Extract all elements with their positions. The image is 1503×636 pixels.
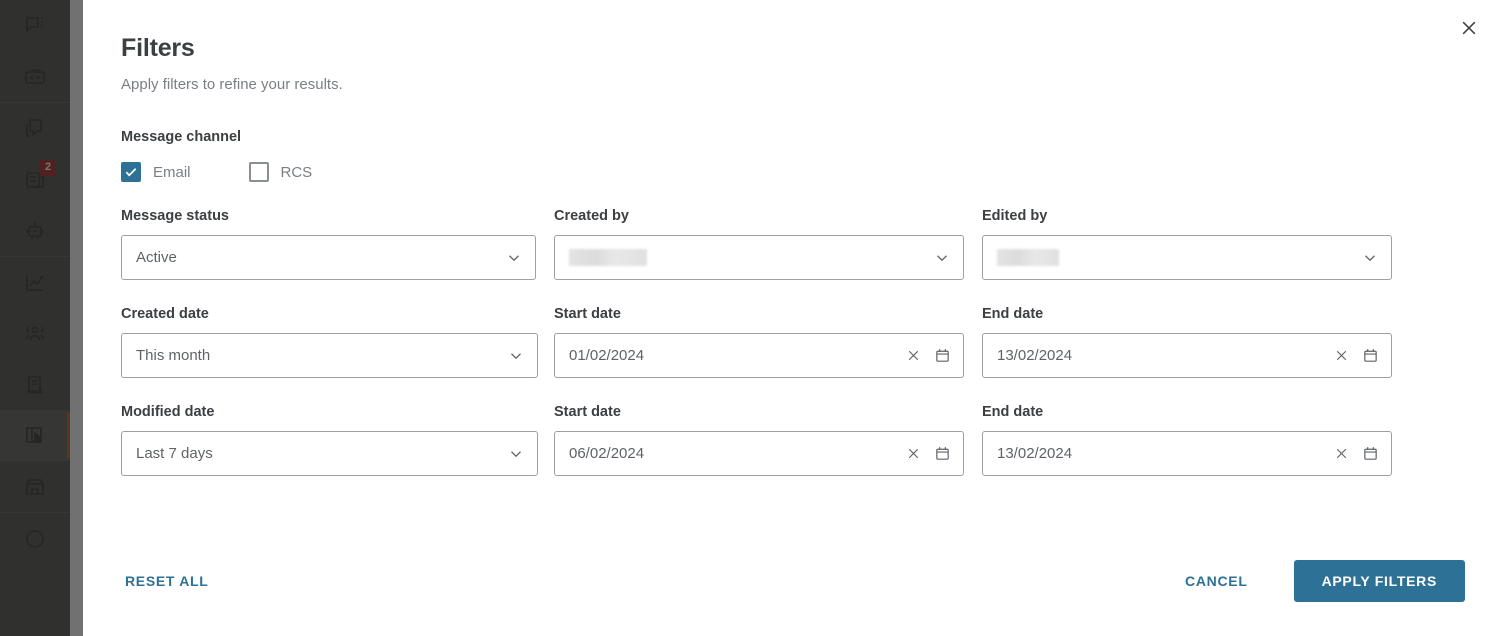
close-icon[interactable] bbox=[1333, 347, 1350, 364]
calendar-icon[interactable] bbox=[1362, 347, 1379, 364]
field-created-by: Created by bbox=[554, 208, 964, 280]
filter-row-2: Created date This month Start date 01/02… bbox=[121, 306, 1465, 378]
field-label-created-start-date: Start date bbox=[554, 306, 964, 322]
input-modified-end-date-value: 13/02/2024 bbox=[997, 445, 1333, 462]
page-title: Filters bbox=[121, 34, 1465, 63]
calendar-icon[interactable] bbox=[1362, 445, 1379, 462]
field-modified-end-date: End date 13/02/2024 bbox=[982, 404, 1392, 476]
select-edited-by[interactable] bbox=[982, 235, 1392, 280]
select-message-status[interactable]: Active bbox=[121, 235, 536, 280]
select-message-status-icons bbox=[505, 249, 523, 267]
select-edited-by-value bbox=[997, 249, 1361, 266]
checkbox-email[interactable]: Email bbox=[121, 162, 191, 182]
page-subtitle: Apply filters to refine your results. bbox=[121, 76, 1465, 93]
input-created-start-date-value: 01/02/2024 bbox=[569, 347, 905, 364]
redacted-value bbox=[997, 249, 1059, 266]
footer-actions: CANCEL APPLY FILTERS bbox=[1181, 560, 1465, 602]
field-modified-start-date: Start date 06/02/2024 bbox=[554, 404, 964, 476]
checkbox-email-label: Email bbox=[153, 164, 191, 181]
filters-modal-footer: RESET ALL CANCEL APPLY FILTERS bbox=[83, 540, 1503, 636]
message-channel-label: Message channel bbox=[121, 129, 1465, 145]
field-label-created-by: Created by bbox=[554, 208, 964, 224]
close-icon bbox=[1459, 18, 1479, 38]
message-channel-options: Email RCS bbox=[121, 162, 1465, 182]
filter-row-3: Modified date Last 7 days Start date 06/… bbox=[121, 404, 1465, 476]
chevron-down-icon[interactable] bbox=[507, 445, 525, 463]
field-created-end-date: End date 13/02/2024 bbox=[982, 306, 1392, 378]
close-icon[interactable] bbox=[905, 347, 922, 364]
checkbox-rcs[interactable]: RCS bbox=[249, 162, 313, 182]
checkbox-rcs-label: RCS bbox=[281, 164, 313, 181]
reset-all-button[interactable]: RESET ALL bbox=[121, 563, 213, 599]
field-label-edited-by: Edited by bbox=[982, 208, 1392, 224]
close-button[interactable] bbox=[1453, 12, 1485, 44]
checkbox-rcs-box[interactable] bbox=[249, 162, 269, 182]
field-label-created-date: Created date bbox=[121, 306, 536, 322]
select-message-status-value: Active bbox=[136, 249, 505, 266]
filters-modal: Filters Apply filters to refine your res… bbox=[83, 0, 1503, 636]
input-modified-end-date[interactable]: 13/02/2024 bbox=[982, 431, 1392, 476]
calendar-icon[interactable] bbox=[934, 445, 951, 462]
select-created-by-value bbox=[569, 249, 933, 266]
cancel-button[interactable]: CANCEL bbox=[1181, 563, 1252, 599]
select-created-date-value: This month bbox=[136, 347, 507, 364]
input-modified-start-date[interactable]: 06/02/2024 bbox=[554, 431, 964, 476]
field-label-modified-start-date: Start date bbox=[554, 404, 964, 420]
select-modified-date[interactable]: Last 7 days bbox=[121, 431, 538, 476]
close-icon[interactable] bbox=[1333, 445, 1350, 462]
chevron-down-icon[interactable] bbox=[1361, 249, 1379, 267]
select-created-by-icons bbox=[933, 249, 951, 267]
select-modified-date-value: Last 7 days bbox=[136, 445, 507, 462]
select-created-date-icons bbox=[507, 347, 525, 365]
input-modified-start-date-value: 06/02/2024 bbox=[569, 445, 905, 462]
chevron-down-icon[interactable] bbox=[507, 347, 525, 365]
field-created-start-date: Start date 01/02/2024 bbox=[554, 306, 964, 378]
chevron-down-icon[interactable] bbox=[933, 249, 951, 267]
input-created-start-date[interactable]: 01/02/2024 bbox=[554, 333, 964, 378]
apply-filters-button[interactable]: APPLY FILTERS bbox=[1294, 560, 1465, 602]
field-message-status: Message status Active bbox=[121, 208, 536, 280]
checkbox-email-box[interactable] bbox=[121, 162, 141, 182]
select-created-by[interactable] bbox=[554, 235, 964, 280]
app-root: 2 bbox=[0, 0, 1503, 636]
input-created-end-date[interactable]: 13/02/2024 bbox=[982, 333, 1392, 378]
field-label-message-status: Message status bbox=[121, 208, 536, 224]
select-modified-date-icons bbox=[507, 445, 525, 463]
input-created-end-date-icons bbox=[1333, 347, 1379, 364]
chevron-down-icon[interactable] bbox=[505, 249, 523, 267]
field-created-date: Created date This month bbox=[121, 306, 536, 378]
input-modified-start-date-icons bbox=[905, 445, 951, 462]
filters-modal-body: Filters Apply filters to refine your res… bbox=[83, 0, 1503, 540]
field-edited-by: Edited by bbox=[982, 208, 1392, 280]
checkmark-icon bbox=[124, 165, 138, 179]
input-created-end-date-value: 13/02/2024 bbox=[997, 347, 1333, 364]
field-label-created-end-date: End date bbox=[982, 306, 1392, 322]
field-modified-date: Modified date Last 7 days bbox=[121, 404, 536, 476]
input-created-start-date-icons bbox=[905, 347, 951, 364]
field-label-modified-end-date: End date bbox=[982, 404, 1392, 420]
filter-row-1: Message status Active Created by bbox=[121, 208, 1465, 280]
calendar-icon[interactable] bbox=[934, 347, 951, 364]
select-created-date[interactable]: This month bbox=[121, 333, 538, 378]
close-icon[interactable] bbox=[905, 445, 922, 462]
input-modified-end-date-icons bbox=[1333, 445, 1379, 462]
select-edited-by-icons bbox=[1361, 249, 1379, 267]
field-label-modified-date: Modified date bbox=[121, 404, 536, 420]
redacted-value bbox=[569, 249, 647, 266]
